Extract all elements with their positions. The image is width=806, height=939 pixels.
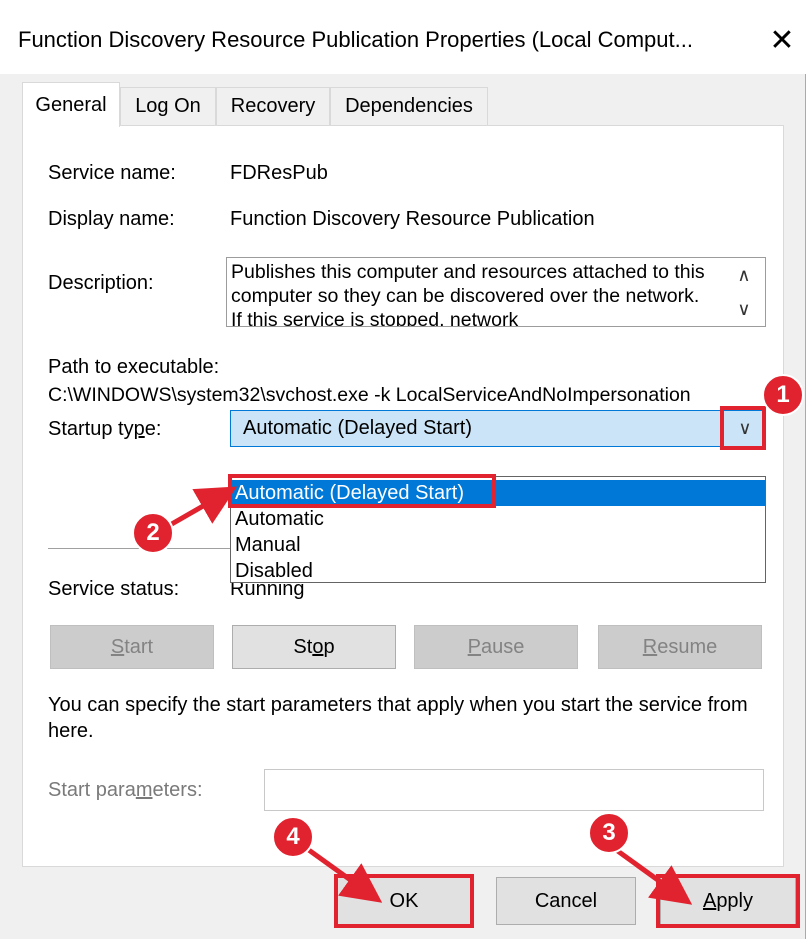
- description-text: Publishes this computer and resources at…: [231, 261, 705, 327]
- start-params-label: Start parameters:: [48, 779, 203, 802]
- path-label: Path to executable:: [48, 356, 220, 378]
- stop-label-pre: St: [293, 635, 313, 658]
- tab-general[interactable]: General: [22, 82, 120, 127]
- startup-option-delayed[interactable]: Automatic (Delayed Start): [231, 480, 765, 506]
- chevron-down-icon[interactable]: ∨: [725, 411, 765, 446]
- tab-log-on-label: Log On: [135, 95, 201, 117]
- tab-dependencies[interactable]: Dependencies: [330, 87, 488, 125]
- path-value: C:\WINDOWS\system32\svchost.exe -k Local…: [48, 384, 691, 406]
- badge-4: 4: [272, 816, 314, 858]
- startup-label-post: e:: [144, 418, 162, 440]
- tab-general-label: General: [35, 93, 107, 116]
- startup-label-pre: Startup ty: [48, 418, 134, 440]
- service-status-label: Service status:: [48, 578, 180, 600]
- startup-type-dropdown-list: Automatic (Delayed Start) Automatic Manu…: [230, 476, 766, 583]
- start-button[interactable]: Start: [50, 625, 214, 669]
- ok-button[interactable]: OK: [336, 877, 472, 925]
- params-label-accel: m: [135, 779, 153, 801]
- stop-accel: o: [312, 635, 324, 658]
- tab-recovery[interactable]: Recovery: [216, 87, 330, 125]
- startup-option-automatic[interactable]: Automatic: [231, 506, 765, 532]
- window-title: Function Discovery Resource Publication …: [18, 27, 693, 52]
- display-name-label: Display name:: [48, 208, 175, 230]
- startup-option-disabled[interactable]: Disabled: [231, 558, 765, 584]
- startup-option-manual[interactable]: Manual: [231, 532, 765, 558]
- apply-label: pply: [716, 889, 754, 912]
- service-properties-dialog: Function Discovery Resource Publication …: [0, 0, 806, 939]
- tab-dependencies-label: Dependencies: [345, 95, 473, 117]
- scroll-down-icon[interactable]: ∨: [727, 294, 761, 324]
- service-name-value: FDResPub: [230, 162, 328, 184]
- resume-accel: R: [642, 635, 658, 658]
- tab-recovery-label: Recovery: [230, 95, 316, 117]
- description-textbox[interactable]: Publishes this computer and resources at…: [226, 257, 766, 327]
- scroll-up-icon[interactable]: ∧: [727, 260, 761, 290]
- pause-accel: P: [467, 635, 481, 658]
- resume-button[interactable]: Resume: [598, 625, 762, 669]
- startup-type-label: Startup type:: [48, 418, 161, 441]
- badge-3: 3: [588, 812, 630, 854]
- startup-type-selected: Automatic (Delayed Start): [243, 417, 472, 439]
- pause-button[interactable]: Pause: [414, 625, 578, 669]
- badge-2: 2: [132, 512, 174, 554]
- stop-label-post: p: [323, 635, 335, 658]
- resume-label: esume: [657, 635, 718, 658]
- description-label: Description:: [48, 272, 154, 294]
- start-params-note: You can specify the start parameters tha…: [48, 694, 748, 742]
- tab-log-on[interactable]: Log On: [120, 87, 216, 125]
- apply-accel: A: [702, 889, 717, 912]
- startup-label-accel: p: [133, 418, 145, 440]
- cancel-button[interactable]: Cancel: [496, 877, 636, 925]
- startup-type-combobox[interactable]: Automatic (Delayed Start) ∨: [230, 410, 766, 447]
- stop-button[interactable]: St o p: [232, 625, 396, 669]
- pause-label: ause: [480, 635, 525, 658]
- start-label: tart: [124, 635, 154, 658]
- start-accel: S: [110, 635, 125, 658]
- apply-button[interactable]: Apply: [660, 877, 796, 925]
- badge-1: 1: [762, 374, 804, 416]
- params-label-post: eters:: [152, 779, 203, 801]
- close-icon[interactable]: ✕: [760, 18, 804, 62]
- params-label-pre: Start para: [48, 779, 136, 801]
- display-name-value: Function Discovery Resource Publication: [230, 208, 595, 230]
- start-params-input[interactable]: [264, 769, 764, 811]
- title-bar: Function Discovery Resource Publication …: [0, 0, 806, 74]
- service-name-label: Service name:: [48, 162, 176, 184]
